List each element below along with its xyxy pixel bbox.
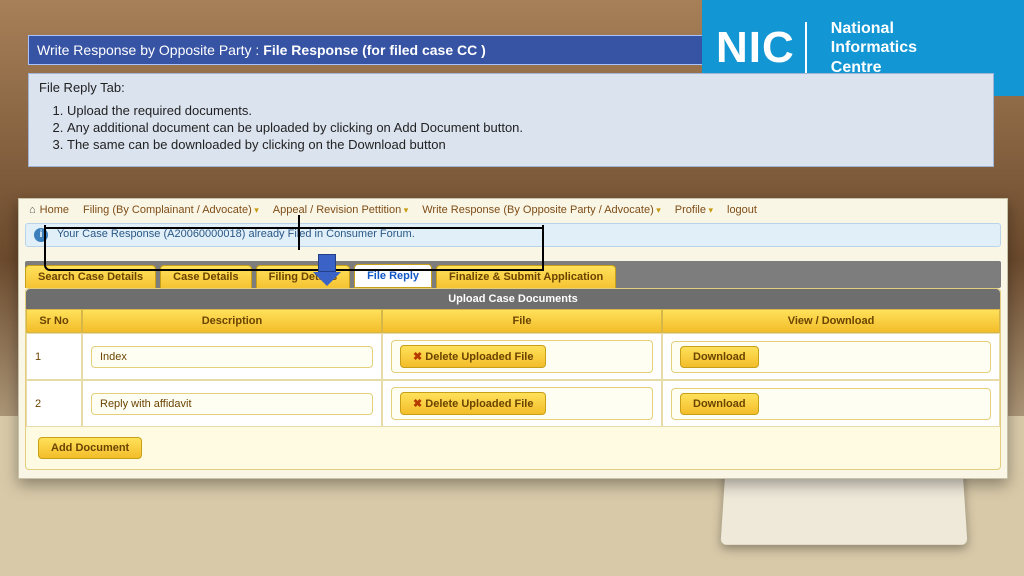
instruction-item: Any additional document can be uploaded … — [67, 120, 983, 135]
download-button[interactable]: Download — [680, 346, 759, 368]
info-alert: i Your Case Response (A20060000018) alre… — [25, 223, 1001, 247]
instruction-item: Upload the required documents. — [67, 103, 983, 118]
download-button[interactable]: Download — [680, 393, 759, 415]
view-cell: Download — [671, 341, 991, 373]
cell-description: Index — [82, 333, 382, 380]
documents-table: Sr No Description File View / Download 1… — [26, 309, 1000, 427]
cell-view: Download — [662, 333, 1000, 380]
logo-divider — [805, 22, 807, 74]
nic-line2: Informatics — [831, 38, 917, 57]
slide-title-bar: Write Response by Opposite Party : File … — [28, 35, 703, 65]
title-light: Write Response by Opposite Party : — [37, 42, 259, 58]
tab-finalize-submit[interactable]: Finalize & Submit Application — [436, 265, 616, 288]
col-description: Description — [82, 309, 382, 333]
delete-uploaded-file-button[interactable]: Delete Uploaded File — [400, 392, 546, 415]
tab-search-case-details[interactable]: Search Case Details — [25, 265, 156, 288]
table-row: 1 Index Delete Uploaded File Download — [26, 333, 1000, 380]
add-document-button[interactable]: Add Document — [38, 437, 142, 459]
title-bold: File Response (for filed case CC ) — [263, 42, 486, 58]
nic-abbr-text: NIC — [716, 23, 795, 73]
col-srno: Sr No — [26, 309, 82, 333]
menubar: Home Filing (By Complainant / Advocate) … — [19, 199, 1007, 221]
instruction-box: File Reply Tab: Upload the required docu… — [28, 73, 994, 167]
menu-logout[interactable]: logout — [727, 204, 757, 216]
file-cell: Delete Uploaded File — [391, 387, 653, 420]
menu-home[interactable]: Home — [29, 204, 69, 216]
cell-description: Reply with affidavit — [82, 380, 382, 427]
app-panel: Home Filing (By Complainant / Advocate) … — [18, 198, 1008, 479]
instruction-heading: File Reply Tab: — [39, 80, 983, 95]
cell-srno: 1 — [26, 333, 82, 380]
documents-card-title: Upload Case Documents — [26, 289, 1000, 309]
cell-file: Delete Uploaded File — [382, 380, 662, 427]
instruction-item: The same can be downloaded by clicking o… — [67, 137, 983, 152]
menu-appeal[interactable]: Appeal / Revision Pettition — [273, 204, 408, 216]
cell-file: Delete Uploaded File — [382, 333, 662, 380]
description-value: Reply with affidavit — [91, 393, 373, 415]
annotation-arrow-icon — [318, 254, 341, 286]
menu-filing[interactable]: Filing (By Complainant / Advocate) — [83, 204, 259, 216]
menu-profile[interactable]: Profile — [675, 204, 713, 216]
alert-text: Your Case Response (A20060000018) alread… — [57, 228, 415, 240]
tab-file-reply[interactable]: File Reply — [354, 264, 432, 288]
col-view-download: View / Download — [662, 309, 1000, 333]
documents-card: Upload Case Documents Sr No Description … — [25, 288, 1001, 470]
table-row: 2 Reply with affidavit Delete Uploaded F… — [26, 380, 1000, 427]
menu-write-response[interactable]: Write Response (By Opposite Party / Advo… — [422, 204, 661, 216]
annotation-line — [298, 215, 300, 250]
col-file: File — [382, 309, 662, 333]
view-cell: Download — [671, 388, 991, 420]
nic-abbr: NIC — [716, 22, 817, 74]
description-value: Index — [91, 346, 373, 368]
cell-srno: 2 — [26, 380, 82, 427]
add-document-row: Add Document — [26, 427, 1000, 469]
tab-strip: Search Case Details Case Details Filing … — [25, 261, 1001, 288]
nic-fullname: National Informatics Centre — [831, 19, 917, 77]
info-icon: i — [34, 228, 48, 242]
nic-line1: National — [831, 19, 917, 38]
file-cell: Delete Uploaded File — [391, 340, 653, 373]
delete-uploaded-file-button[interactable]: Delete Uploaded File — [400, 345, 546, 368]
cell-view: Download — [662, 380, 1000, 427]
tab-case-details[interactable]: Case Details — [160, 265, 251, 288]
